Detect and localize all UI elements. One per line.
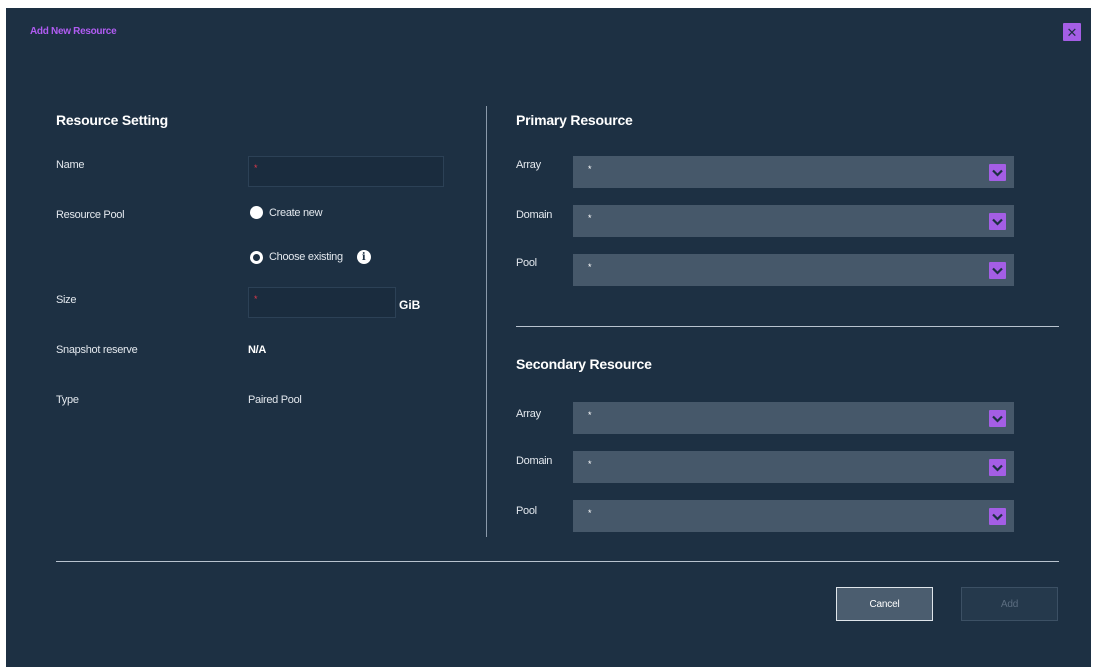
secondary-domain-select[interactable]: * xyxy=(573,451,1014,483)
snapshot-reserve-label: Snapshot reserve xyxy=(56,344,138,356)
footer-divider xyxy=(56,561,1059,562)
type-label: Type xyxy=(56,394,79,406)
resource-pool-label: Resource Pool xyxy=(56,209,125,221)
secondary-pool-select[interactable]: * xyxy=(573,500,1014,532)
chevron-down-icon xyxy=(989,410,1006,427)
chevron-down-icon xyxy=(989,262,1006,279)
type-value: Paired Pool xyxy=(248,394,302,406)
resource-setting-heading: Resource Setting xyxy=(56,112,168,128)
radio-label-choose-existing: Choose existing xyxy=(269,251,343,263)
chevron-down-icon xyxy=(989,164,1006,181)
secondary-resource-heading: Secondary Resource xyxy=(516,356,652,372)
radio-label-create-new: Create new xyxy=(269,206,323,219)
select-value: * xyxy=(588,164,592,174)
size-label: Size xyxy=(56,294,77,306)
radio-unselected-icon xyxy=(250,250,263,264)
chevron-down-icon xyxy=(989,213,1006,230)
primary-domain-select[interactable]: * xyxy=(573,205,1014,237)
primary-array-label: Array xyxy=(516,159,541,171)
radio-choose-existing[interactable]: Choose existing i xyxy=(250,250,371,264)
select-value: * xyxy=(588,410,592,420)
secondary-pool-label: Pool xyxy=(516,505,537,517)
size-unit: GiB xyxy=(399,298,421,312)
close-button[interactable]: ✕ xyxy=(1063,23,1081,41)
primary-array-select[interactable]: * xyxy=(573,156,1014,188)
required-indicator: * xyxy=(254,294,258,304)
primary-domain-label: Domain xyxy=(516,209,553,221)
section-divider xyxy=(516,326,1059,327)
chevron-down-icon xyxy=(989,459,1006,476)
add-resource-dialog: Add New Resource ✕ Resource Setting Name… xyxy=(6,8,1091,667)
info-icon[interactable]: i xyxy=(356,250,371,264)
select-value: * xyxy=(588,459,592,469)
size-input[interactable]: * xyxy=(248,287,396,318)
radio-selected-icon xyxy=(250,206,263,219)
dialog-title: Add New Resource xyxy=(30,26,117,37)
name-input[interactable]: * xyxy=(248,156,444,187)
secondary-array-select[interactable]: * xyxy=(573,402,1014,434)
add-button[interactable]: Add xyxy=(961,587,1058,621)
select-value: * xyxy=(588,508,592,518)
close-icon: ✕ xyxy=(1066,24,1078,40)
primary-pool-select[interactable]: * xyxy=(573,254,1014,286)
primary-resource-heading: Primary Resource xyxy=(516,112,633,128)
chevron-down-icon xyxy=(989,508,1006,525)
cancel-button[interactable]: Cancel xyxy=(836,587,933,621)
name-label: Name xyxy=(56,159,85,171)
select-value: * xyxy=(588,213,592,223)
column-divider xyxy=(486,106,487,537)
radio-create-new[interactable]: Create new xyxy=(250,206,323,219)
secondary-domain-label: Domain xyxy=(516,455,553,467)
primary-pool-label: Pool xyxy=(516,257,537,269)
select-value: * xyxy=(588,262,592,272)
secondary-array-label: Array xyxy=(516,408,541,420)
required-indicator: * xyxy=(254,163,258,173)
snapshot-reserve-value: N/A xyxy=(248,344,267,356)
